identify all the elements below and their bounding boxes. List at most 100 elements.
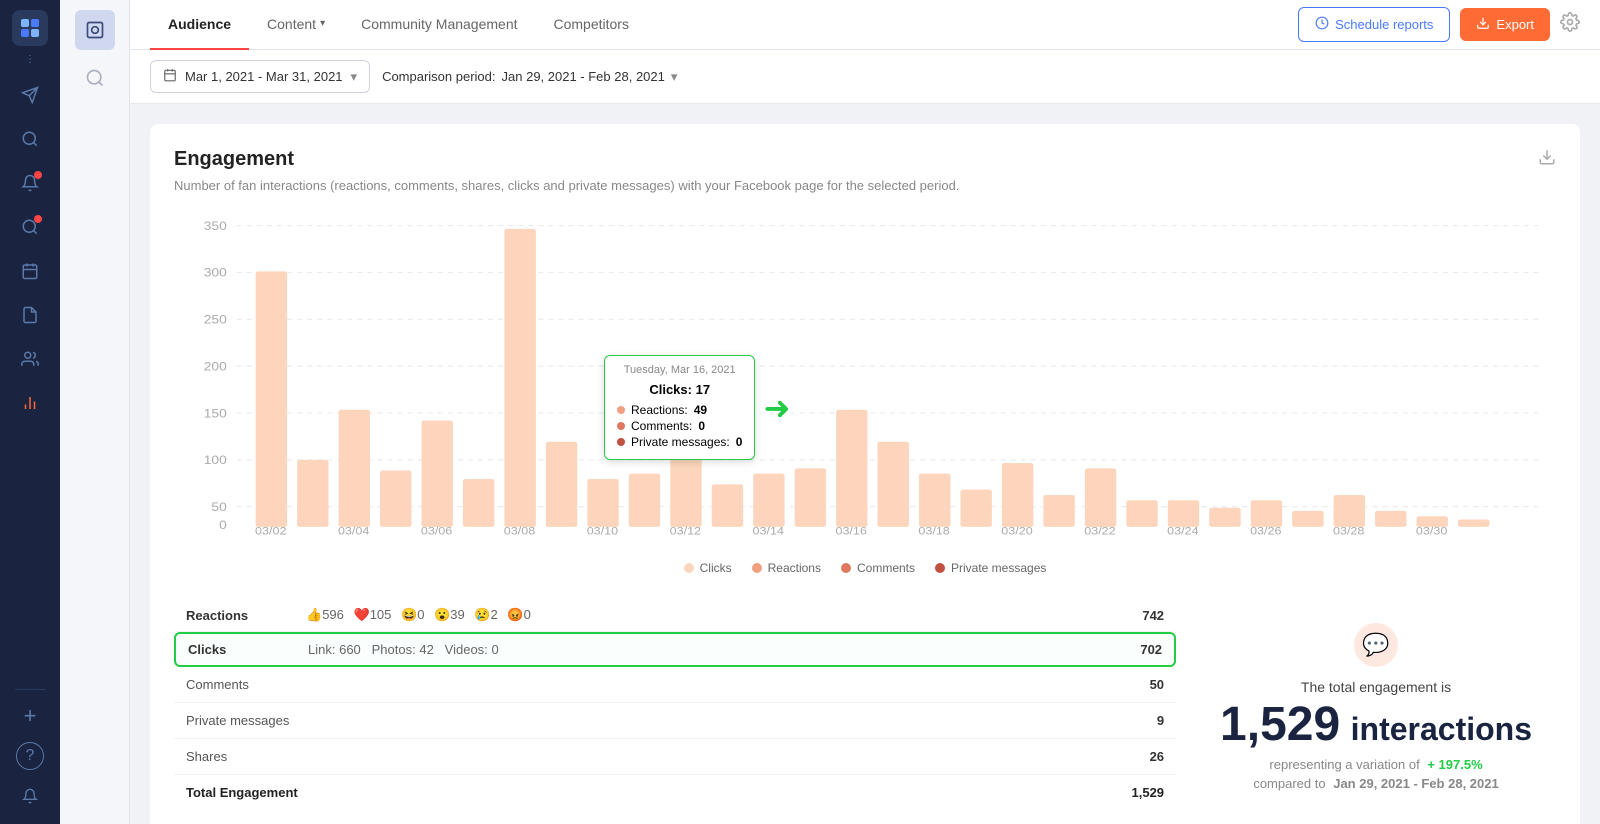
svg-text:03/28: 03/28 bbox=[1333, 525, 1364, 537]
schedule-reports-button[interactable]: Schedule reports bbox=[1298, 7, 1450, 42]
svg-text:350: 350 bbox=[204, 219, 227, 233]
stats-table: Reactions 👍596 ❤️105 😆0 😮39 😢2 😡0 742 bbox=[174, 599, 1176, 815]
sad-emoji: 😢 bbox=[474, 607, 490, 622]
settings-button[interactable] bbox=[1560, 12, 1580, 37]
calendar-icon bbox=[163, 68, 177, 85]
tooltip-arrow: ➜ bbox=[764, 392, 791, 424]
engagement-chart-card: Engagement Number of fan interactions (r… bbox=[150, 124, 1580, 824]
sidebar-bottom: + ? bbox=[12, 689, 48, 814]
legend-private: Private messages bbox=[935, 561, 1046, 575]
clicks-label: Clicks bbox=[188, 642, 308, 657]
export-label: Export bbox=[1496, 17, 1534, 32]
haha-emoji: 😆 bbox=[401, 607, 417, 622]
legend-reactions-label: Reactions bbox=[768, 561, 821, 575]
comparison-label: Comparison period: bbox=[382, 69, 495, 84]
date-picker-arrow: ▾ bbox=[351, 69, 358, 85]
total-engagement-row: Total Engagement 1,529 bbox=[174, 775, 1176, 810]
tab-audience[interactable]: Audience bbox=[150, 0, 249, 50]
chart-legend: Clicks Reactions Comments Private messag… bbox=[174, 561, 1556, 575]
tooltip-clicks: Clicks: 17 bbox=[617, 382, 742, 397]
angry-emoji: 😡 bbox=[507, 607, 523, 622]
download-chart-button[interactable] bbox=[1538, 148, 1556, 171]
clicks-row: Clicks Link: 660 Photos: 42 Videos: 0 70… bbox=[174, 632, 1176, 667]
legend-clicks-label: Clicks bbox=[700, 561, 732, 575]
content-dropdown-arrow: ▾ bbox=[320, 18, 325, 29]
sidebar-item-bell[interactable] bbox=[12, 778, 48, 814]
engagement-chart[interactable]: 350 300 250 200 150 100 50 0 bbox=[174, 215, 1556, 545]
panel-icon-page[interactable] bbox=[75, 10, 115, 50]
sidebar-dots: ⋮ bbox=[25, 54, 35, 65]
svg-text:100: 100 bbox=[204, 453, 227, 467]
content-area: Engagement Number of fan interactions (r… bbox=[130, 104, 1600, 824]
tab-competitors[interactable]: Competitors bbox=[536, 0, 647, 50]
date-range-value: Mar 1, 2021 - Mar 31, 2021 bbox=[185, 69, 343, 84]
tooltip-comments: Comments: 0 bbox=[617, 419, 742, 433]
schedule-icon bbox=[1315, 16, 1329, 33]
svg-text:250: 250 bbox=[204, 313, 227, 327]
panel-icon-search[interactable] bbox=[75, 58, 115, 98]
total-value: 1,529 bbox=[1132, 785, 1165, 800]
private-total: 9 bbox=[1157, 713, 1164, 728]
summary-sub: representing a variation of + 197.5% bbox=[1269, 757, 1482, 772]
tab-community[interactable]: Community Management bbox=[343, 0, 535, 50]
tab-content[interactable]: Content ▾ bbox=[249, 0, 343, 50]
sidebar-item-help[interactable]: ? bbox=[16, 742, 44, 770]
comparison-arrow: ▾ bbox=[671, 69, 678, 85]
reactions-detail: 👍596 ❤️105 😆0 😮39 😢2 😡0 bbox=[306, 607, 1142, 623]
svg-text:200: 200 bbox=[204, 360, 227, 374]
tooltip-reactions: Reactions: 49 bbox=[617, 403, 742, 417]
sidebar-item-calendar[interactable] bbox=[12, 253, 48, 289]
main-content: Audience Content ▾ Community Management … bbox=[130, 0, 1600, 824]
sidebar: ⋮ + ? bbox=[0, 0, 60, 824]
sidebar-item-users[interactable] bbox=[12, 341, 48, 377]
sidebar-item-search[interactable] bbox=[12, 121, 48, 157]
chart-tooltip: Tuesday, Mar 16, 2021 Clicks: 17 Reactio… bbox=[604, 355, 755, 460]
reactions-row: Reactions 👍596 ❤️105 😆0 😮39 😢2 😡0 742 bbox=[174, 599, 1176, 632]
legend-private-label: Private messages bbox=[951, 561, 1046, 575]
clicks-total: 702 bbox=[1140, 642, 1162, 657]
summary-number: 1,529 bbox=[1220, 698, 1340, 751]
export-icon bbox=[1476, 16, 1490, 33]
sidebar-item-planner[interactable] bbox=[12, 297, 48, 333]
left-panel bbox=[60, 0, 130, 824]
svg-text:03/02: 03/02 bbox=[255, 525, 286, 537]
svg-text:03/12: 03/12 bbox=[670, 525, 701, 537]
svg-text:300: 300 bbox=[204, 266, 227, 280]
legend-reactions: Reactions bbox=[752, 561, 821, 575]
sidebar-item-add[interactable]: + bbox=[12, 698, 48, 734]
svg-text:03/30: 03/30 bbox=[1416, 525, 1448, 537]
svg-text:03/04: 03/04 bbox=[338, 525, 370, 537]
shares-row: Shares 26 bbox=[174, 739, 1176, 775]
svg-text:03/20: 03/20 bbox=[1001, 525, 1033, 537]
summary-unit: interactions bbox=[1351, 711, 1532, 747]
svg-text:03/16: 03/16 bbox=[835, 525, 866, 537]
shares-total: 26 bbox=[1150, 749, 1164, 764]
reactions-label: Reactions bbox=[186, 608, 306, 623]
comparison-period[interactable]: Comparison period: Jan 29, 2021 - Feb 28… bbox=[382, 69, 677, 85]
sidebar-item-notifications[interactable] bbox=[12, 165, 48, 201]
love-emoji: ❤️ bbox=[354, 607, 370, 622]
top-nav: Audience Content ▾ Community Management … bbox=[130, 0, 1600, 50]
chart-subtitle: Number of fan interactions (reactions, c… bbox=[174, 177, 959, 195]
sidebar-logo[interactable] bbox=[12, 10, 48, 46]
svg-text:03/14: 03/14 bbox=[753, 525, 785, 537]
legend-clicks: Clicks bbox=[684, 561, 732, 575]
export-button[interactable]: Export bbox=[1460, 8, 1550, 41]
legend-comments: Comments bbox=[841, 561, 915, 575]
comparison-value: Jan 29, 2021 - Feb 28, 2021 bbox=[502, 69, 665, 84]
sidebar-item-analytics[interactable] bbox=[12, 385, 48, 421]
svg-text:0: 0 bbox=[219, 518, 227, 532]
private-label: Private messages bbox=[186, 713, 1157, 728]
summary-label: The total engagement is bbox=[1301, 679, 1451, 695]
sidebar-item-explore[interactable] bbox=[12, 209, 48, 245]
sidebar-item-send[interactable] bbox=[12, 77, 48, 113]
reactions-total: 742 bbox=[1142, 608, 1164, 623]
schedule-reports-label: Schedule reports bbox=[1335, 17, 1433, 32]
date-range-picker[interactable]: Mar 1, 2021 - Mar 31, 2021 ▾ bbox=[150, 60, 370, 93]
total-label: Total Engagement bbox=[186, 785, 1132, 800]
summary-compare: compared to Jan 29, 2021 - Feb 28, 2021 bbox=[1253, 776, 1498, 791]
like-emoji: 👍 bbox=[306, 607, 322, 622]
comments-row: Comments 50 bbox=[174, 667, 1176, 703]
wow-emoji: 😮 bbox=[434, 607, 450, 622]
tooltip-private: Private messages: 0 bbox=[617, 435, 742, 449]
